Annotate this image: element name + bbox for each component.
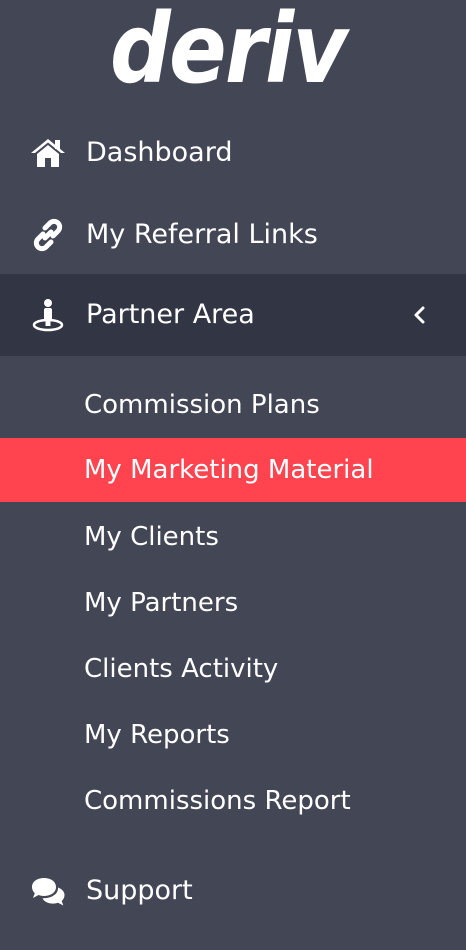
sub-item-my-marketing-material[interactable]: My Marketing Material bbox=[0, 438, 466, 502]
sub-item-my-reports[interactable]: My Reports bbox=[0, 703, 466, 767]
sub-item-label: Commissions Report bbox=[84, 786, 351, 816]
sub-item-label: My Reports bbox=[84, 720, 230, 750]
partner-icon bbox=[28, 295, 68, 335]
sub-item-label: My Marketing Material bbox=[84, 455, 374, 485]
nav-item-referral-links[interactable]: My Referral Links bbox=[0, 194, 466, 276]
nav-item-label: Dashboard bbox=[86, 137, 233, 168]
nav-item-support[interactable]: Support bbox=[0, 850, 466, 932]
sub-item-label: My Partners bbox=[84, 588, 239, 618]
chevron-left-icon[interactable] bbox=[410, 305, 430, 325]
sub-item-commissions-report[interactable]: Commissions Report bbox=[0, 769, 466, 833]
home-icon bbox=[28, 133, 68, 173]
nav-item-dashboard[interactable]: Dashboard bbox=[0, 112, 466, 194]
deriv-logo[interactable]: deriv bbox=[0, 0, 466, 95]
link-icon bbox=[28, 215, 68, 255]
nav-item-label: My Referral Links bbox=[86, 219, 318, 250]
chat-icon bbox=[28, 871, 68, 911]
sub-item-clients-activity[interactable]: Clients Activity bbox=[0, 637, 466, 701]
nav-item-partner-area[interactable]: Partner Area bbox=[0, 274, 466, 356]
sub-item-label: Clients Activity bbox=[84, 654, 279, 684]
sub-item-commission-plans[interactable]: Commission Plans bbox=[0, 373, 466, 437]
sub-item-label: Commission Plans bbox=[84, 390, 320, 420]
nav-item-label: Partner Area bbox=[86, 299, 255, 330]
sub-item-my-clients[interactable]: My Clients bbox=[0, 505, 466, 569]
svg-text:deriv: deriv bbox=[110, 4, 350, 90]
sub-item-label: My Clients bbox=[84, 522, 219, 552]
sub-item-my-partners[interactable]: My Partners bbox=[0, 571, 466, 635]
sidebar-nav: deriv Dashboard My Referral Links Partne… bbox=[0, 0, 466, 950]
deriv-logo-mark: deriv bbox=[110, 4, 350, 90]
nav-item-label: Support bbox=[86, 875, 193, 906]
